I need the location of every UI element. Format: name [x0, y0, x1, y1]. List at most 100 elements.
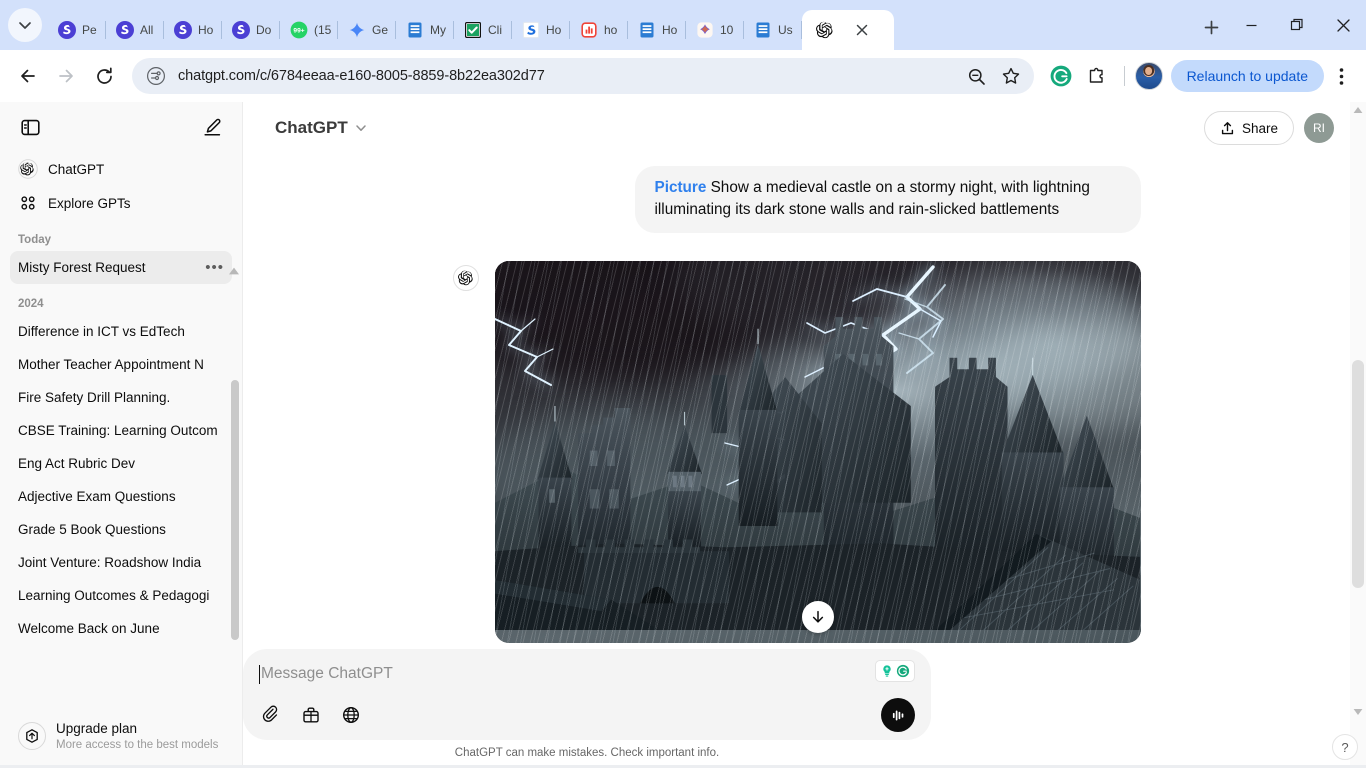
sidebar-chat-item[interactable]: Adjective Exam Questions [10, 480, 232, 513]
tab-label: All [140, 23, 154, 37]
extensions-puzzle-icon [1089, 67, 1103, 83]
sidebar-item-explore-gpts[interactable]: Explore GPTs [10, 186, 232, 220]
grammarly-extension-button[interactable] [1044, 59, 1078, 93]
sidebar-chat-item[interactable]: Eng Act Rubric Dev [10, 447, 232, 480]
minimize-button[interactable] [1228, 2, 1274, 48]
tab-ho-2[interactable]: Ho [512, 10, 570, 50]
openai-icon [18, 159, 38, 179]
attach-file-button[interactable] [259, 703, 283, 727]
sidebar-chat-item[interactable]: Fire Safety Drill Planning. [10, 381, 232, 414]
bookmark-button[interactable] [994, 59, 1028, 93]
scroll-up-arrow[interactable] [1353, 106, 1363, 114]
sidebar-chat-item[interactable]: CBSE Training: Learning Outcom [10, 414, 232, 447]
prompt-text: Show a medieval castle on a stormy night… [654, 179, 1090, 219]
new-chat-button[interactable] [196, 111, 228, 143]
reload-button[interactable] [86, 58, 122, 94]
page-scrollbar[interactable]: ? [1332, 102, 1366, 768]
url-text: chatgpt.com/c/6784eeaa-e160-8005-8859-8b… [178, 68, 545, 84]
generated-image[interactable] [494, 260, 1141, 643]
tab-my[interactable]: My [396, 10, 454, 50]
upgrade-plan-button[interactable]: Upgrade plan More access to the best mod… [10, 715, 232, 758]
tab-whatsapp[interactable]: 99+ (15 [280, 10, 338, 50]
sidebar-chat-item[interactable]: Difference in ICT vs EdTech [10, 315, 232, 348]
tab-us[interactable]: Us [744, 10, 802, 50]
scroll-to-bottom-button[interactable] [801, 600, 834, 633]
browser-menu-button[interactable] [1326, 58, 1356, 94]
tab-label: Us [778, 23, 793, 37]
tab-gemini[interactable]: Ge [338, 10, 396, 50]
profile-avatar[interactable] [1134, 62, 1163, 90]
grammarly-inline-widget[interactable] [875, 660, 915, 682]
sidebar-chat-item[interactable]: Mother Teacher Appointment N [10, 348, 232, 381]
sidebar-scrollbar-thumb[interactable] [231, 380, 239, 640]
voice-mode-button[interactable] [881, 698, 915, 732]
tab-cli[interactable]: Cli [454, 10, 512, 50]
share-button[interactable]: Share [1203, 111, 1294, 145]
blue-doc-icon [408, 22, 422, 38]
user-message-bubble: Picture Show a medieval castle on a stor… [634, 166, 1141, 233]
tab-chatgpt-active[interactable] [802, 10, 894, 50]
sidebar-bottom: Upgrade plan More access to the best mod… [0, 708, 242, 768]
claude-icon [697, 22, 713, 38]
sidebar-toggle-button[interactable] [14, 111, 46, 143]
tab-label: Ho [546, 23, 562, 37]
tab-pe[interactable]: Pe [48, 10, 106, 50]
sidebar-chat-item[interactable]: Grade 5 Book Questions [10, 513, 232, 546]
zoom-out-button[interactable] [960, 59, 994, 93]
model-selector[interactable]: ChatGPT [265, 112, 378, 144]
relaunch-to-update-button[interactable]: Relaunch to update [1170, 60, 1324, 92]
tools-button[interactable] [299, 703, 323, 727]
globe-icon [342, 706, 360, 724]
help-button[interactable]: ? [1332, 734, 1358, 760]
sidebar-scrollbar[interactable] [231, 380, 239, 640]
upgrade-title: Upgrade plan [56, 720, 138, 736]
gemini-sparkle-icon [349, 22, 365, 38]
tab-all[interactable]: All [106, 10, 164, 50]
close-icon[interactable] [854, 22, 870, 38]
tab-claude[interactable]: 10 [686, 10, 744, 50]
sidebar-chat-item[interactable]: Joint Venture: Roadshow India [10, 546, 232, 579]
star-icon [1002, 67, 1019, 84]
message-composer[interactable]: Message ChatGPT [243, 649, 931, 740]
conversation-scroll-area[interactable]: Picture Show a medieval castle on a stor… [243, 154, 1350, 649]
tab-search-button[interactable] [8, 8, 42, 42]
sidebar-chat-item[interactable]: Learning Outcomes & Pedagogi [10, 579, 232, 612]
voice-waveform-icon [892, 709, 903, 721]
scroll-down-arrow[interactable] [1353, 708, 1363, 716]
chat-options-button[interactable]: ••• [201, 260, 224, 275]
sidebar-chat-item[interactable]: Welcome Back on June [10, 612, 232, 645]
tab-label: Ho [662, 23, 678, 37]
zoom-out-icon [969, 68, 985, 85]
sidebar-chat-misty-forest-request[interactable]: Misty Forest Request ••• [10, 251, 232, 284]
message-input[interactable]: Message ChatGPT [261, 665, 393, 683]
composer-input-row[interactable]: Message ChatGPT [259, 660, 915, 687]
tab-ho-3[interactable]: Ho [628, 10, 686, 50]
chat-title: Learning Outcomes & Pedagogi [18, 588, 210, 603]
account-avatar[interactable]: RI [1304, 113, 1334, 143]
tab-label: Ge [372, 23, 389, 37]
sidebar-chat-list[interactable]: Today Misty Forest Request ••• 2024 Diff… [0, 220, 242, 708]
new-tab-button[interactable] [1194, 10, 1228, 44]
restore-icon [1290, 18, 1303, 31]
back-button[interactable] [10, 58, 46, 94]
tab-ho-chart[interactable]: ho [570, 10, 628, 50]
red-chart-icon [581, 22, 597, 38]
maximize-button[interactable] [1274, 2, 1320, 48]
close-icon [1336, 18, 1350, 32]
sidebar-scroll-up-arrow[interactable] [228, 266, 240, 276]
rain-streaks-secondary [494, 260, 1141, 643]
search-web-button[interactable] [339, 703, 363, 727]
forward-button[interactable] [48, 58, 84, 94]
chat-main: ChatGPT Share RI Picture Show a medieval… [243, 102, 1350, 768]
close-window-button[interactable] [1320, 2, 1366, 48]
tune-icon[interactable] [146, 66, 166, 86]
page-scrollbar-thumb[interactable] [1352, 360, 1364, 588]
extensions-button[interactable] [1080, 59, 1114, 93]
tab-do[interactable]: Do [222, 10, 280, 50]
composer-area: Message ChatGPT ChatGPT can make mistake… [243, 649, 931, 768]
tabs-row: Pe All Ho Do 99+ (15 Ge My Cli Ho ho Ho … [48, 0, 1186, 50]
tab-ho-1[interactable]: Ho [164, 10, 222, 50]
address-bar[interactable]: chatgpt.com/c/6784eeaa-e160-8005-8859-8b… [132, 58, 1034, 94]
sidebar-item-chatgpt[interactable]: ChatGPT [10, 152, 232, 186]
toolbar-divider [1123, 66, 1125, 86]
